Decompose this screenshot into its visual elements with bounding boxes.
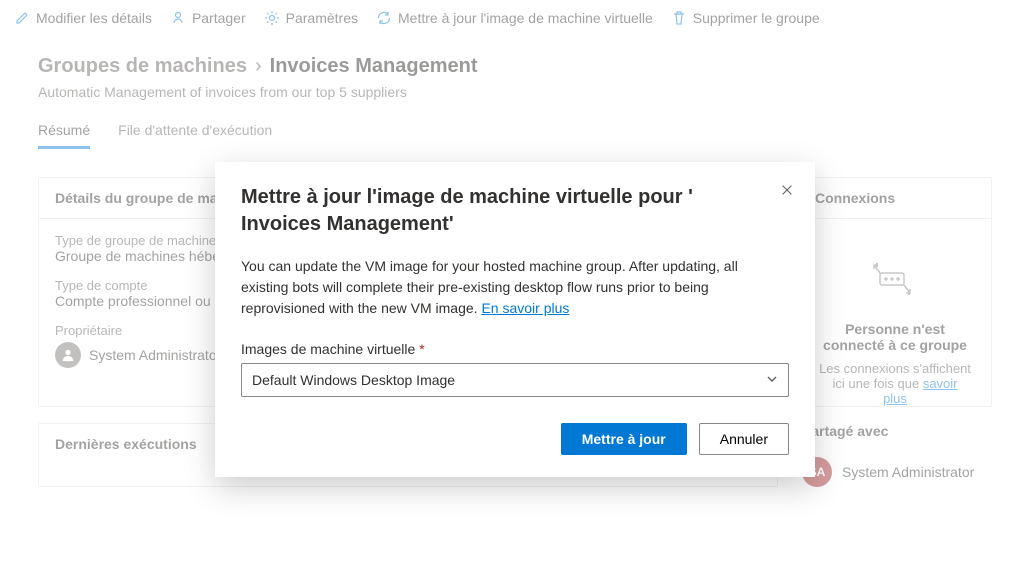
modal-overlay: Mettre à jour l'image de machine virtuel… <box>0 0 1030 578</box>
update-vm-dialog: Mettre à jour l'image de machine virtuel… <box>215 162 815 477</box>
vm-image-select[interactable]: Default Windows Desktop Image <box>241 363 789 397</box>
close-button[interactable] <box>777 180 797 200</box>
cancel-button[interactable]: Annuler <box>699 423 789 455</box>
chevron-down-icon <box>766 372 778 388</box>
dialog-title: Mettre à jour l'image de machine virtuel… <box>241 184 789 238</box>
required-indicator: * <box>419 341 424 357</box>
vm-image-selected-value: Default Windows Desktop Image <box>252 372 455 388</box>
vm-image-field-label: Images de machine virtuelle <box>241 341 415 357</box>
learn-more-link[interactable]: En savoir plus <box>481 300 569 316</box>
update-button[interactable]: Mettre à jour <box>561 423 687 455</box>
